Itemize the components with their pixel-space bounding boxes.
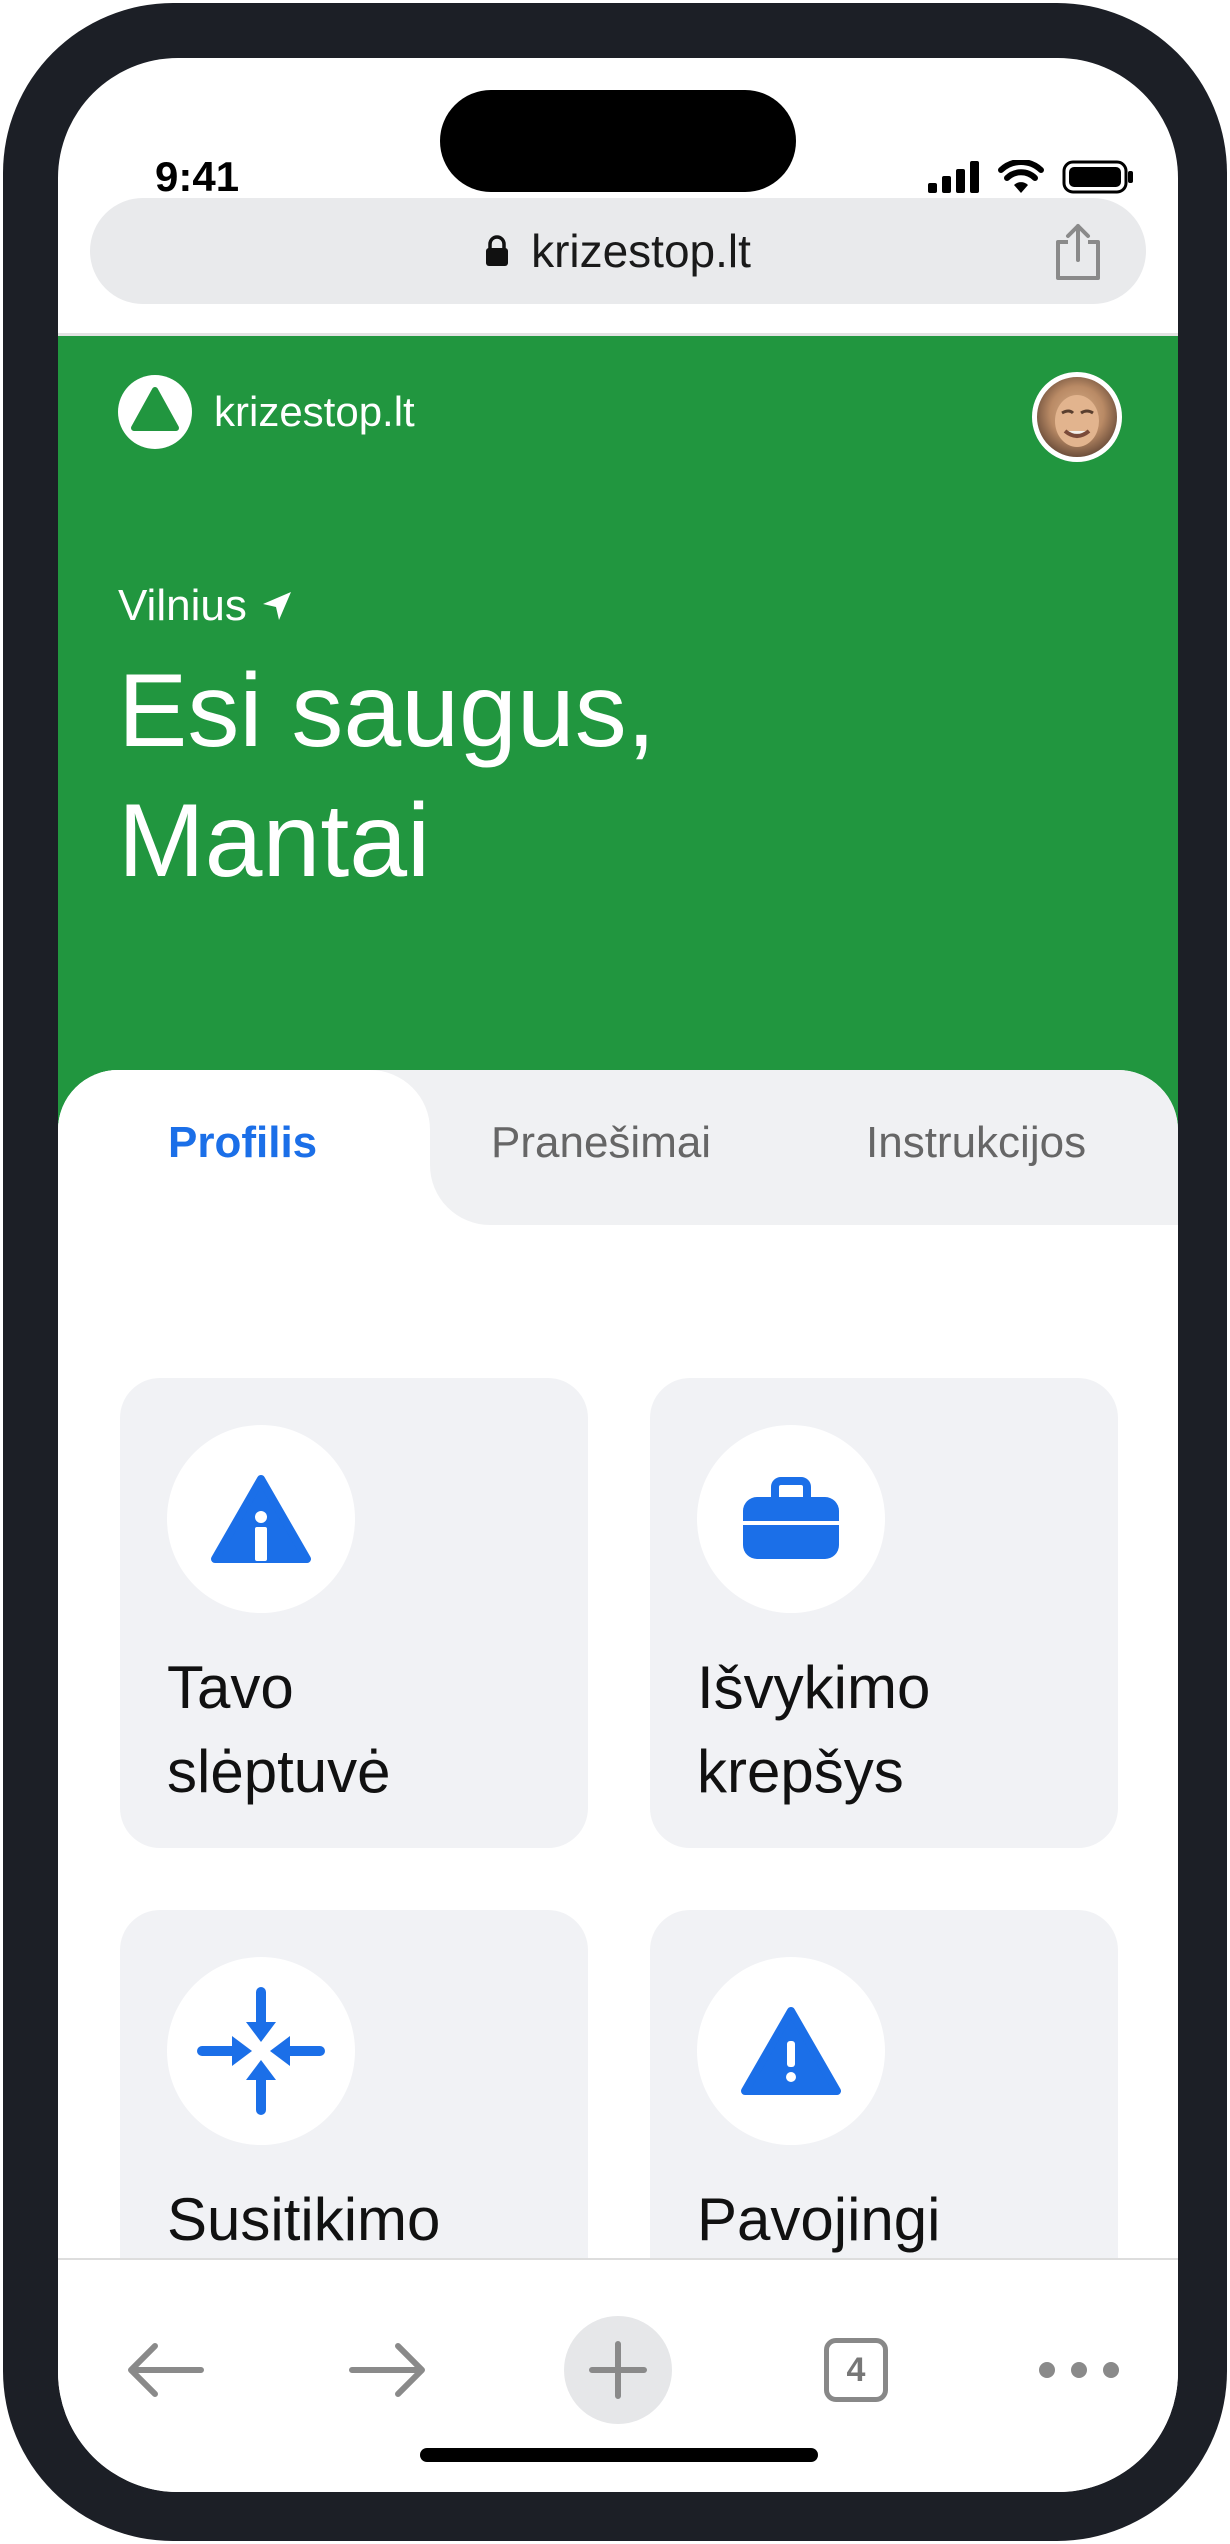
card-title-line-1: Pavojingi xyxy=(697,2186,941,2253)
hero-header: krizestop.lt Vilnius Esi saugus, Mantai xyxy=(58,336,1178,1196)
more-dots-icon xyxy=(1039,2362,1119,2378)
dynamic-island xyxy=(440,90,796,192)
battery-icon xyxy=(1062,160,1133,194)
card-title-line-1: Išvykimo xyxy=(697,1654,931,1721)
greeting: Esi saugus, Mantai xyxy=(118,646,656,906)
tab-count: 4 xyxy=(824,2338,888,2402)
new-tab-button[interactable] xyxy=(563,2315,673,2425)
greeting-line-2: Mantai xyxy=(118,783,431,899)
tab-instrukcijos[interactable]: Instrukcijos xyxy=(866,1118,1086,1168)
card-title-line-2: krepšys xyxy=(697,1738,904,1805)
card-title: Išvykimo krepšys xyxy=(697,1646,930,1814)
forward-button[interactable] xyxy=(333,2315,443,2425)
signal-icon xyxy=(928,161,979,193)
logo-icon xyxy=(118,375,192,449)
lock-icon xyxy=(486,235,509,266)
bag-icon xyxy=(743,1477,839,1559)
address-bar[interactable]: krizestop.lt xyxy=(90,198,1146,304)
card-icon-bg xyxy=(697,1957,885,2145)
brand-name: krizestop.lt xyxy=(214,388,415,435)
phone-frame: 9:41 krizestop.lt krizestop.lt Vilnius E… xyxy=(3,3,1227,2541)
status-time: 9:41 xyxy=(155,153,240,200)
location-arrow-icon xyxy=(262,592,291,620)
tab-profilis[interactable]: Profilis xyxy=(168,1118,317,1168)
meeting-point-icon xyxy=(197,1987,325,2115)
card-shelter[interactable]: Tavo slėptuvė xyxy=(120,1378,588,1848)
tabs-button[interactable]: 4 xyxy=(801,2315,911,2425)
share-icon[interactable] xyxy=(1050,222,1106,282)
card-icon-bg xyxy=(167,1425,355,1613)
card-title-line-2: slėptuvė xyxy=(167,1738,391,1805)
card-title-line-1: Tavo xyxy=(167,1654,294,1721)
greeting-line-1: Esi saugus, xyxy=(118,653,656,769)
content-panel: Profilis Pranešimai Instrukcijos Tavo sl… xyxy=(58,1070,1178,2380)
wifi-icon xyxy=(998,160,1044,193)
location[interactable]: Vilnius xyxy=(118,581,293,631)
card-icon-bg xyxy=(167,1957,355,2145)
card-title-line-1: Susitikimo xyxy=(167,2186,441,2253)
more-button[interactable] xyxy=(1024,2315,1134,2425)
shelter-icon xyxy=(211,1475,311,1563)
arrow-right-icon xyxy=(349,2343,425,2397)
warning-icon xyxy=(741,2007,841,2095)
avatar[interactable] xyxy=(1032,372,1122,462)
tab-pranesimai[interactable]: Pranešimai xyxy=(491,1118,711,1168)
plus-icon xyxy=(589,2341,647,2399)
city-name: Vilnius xyxy=(118,581,247,630)
status-icons xyxy=(928,160,1134,194)
card-icon-bg xyxy=(697,1425,885,1613)
card-title: Tavo slėptuvė xyxy=(167,1646,390,1814)
screen: 9:41 krizestop.lt krizestop.lt Vilnius E… xyxy=(58,58,1178,2492)
back-button[interactable] xyxy=(110,2315,220,2425)
home-indicator xyxy=(420,2448,818,2462)
card-go-bag[interactable]: Išvykimo krepšys xyxy=(650,1378,1118,1848)
brand[interactable]: krizestop.lt xyxy=(118,375,415,449)
arrow-left-icon xyxy=(128,2343,204,2397)
url-text: krizestop.lt xyxy=(531,225,751,277)
